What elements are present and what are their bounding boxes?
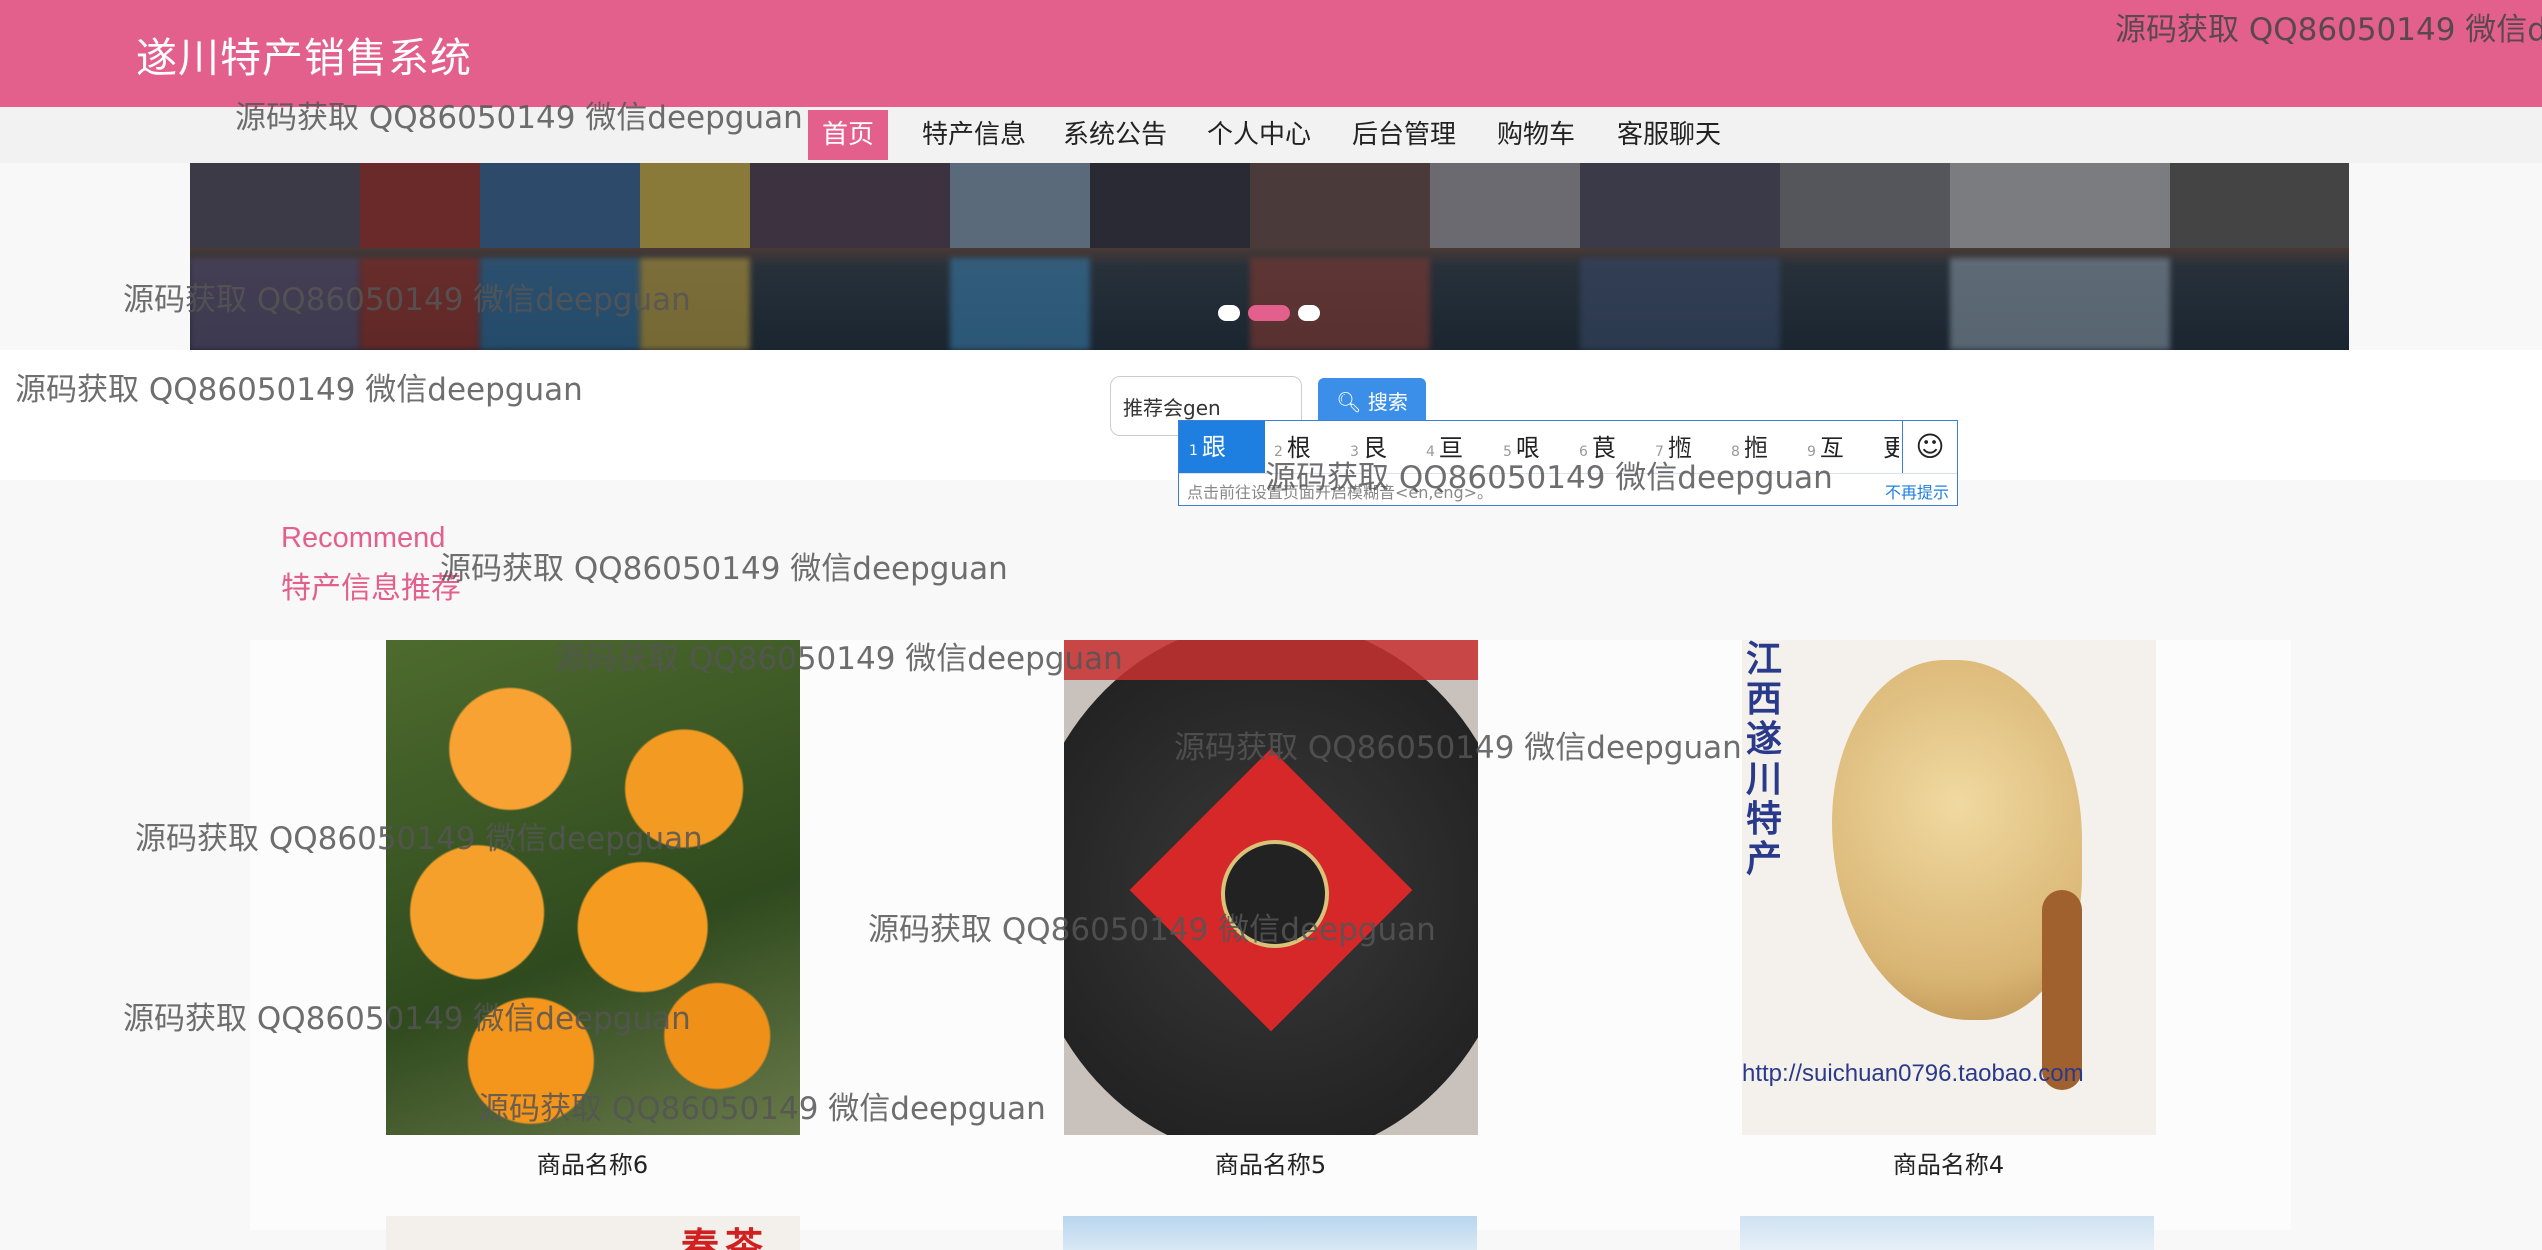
ime-divider [1179,473,1957,474]
ime-candidate-10[interactable]: 更 [1883,425,1899,471]
banner-carousel[interactable] [190,163,2349,350]
carousel-dot-2[interactable] [1248,305,1290,321]
product-name-4[interactable]: 商品名称4 [1606,1145,2291,1180]
search-icon: 🔍︎ [1336,390,1362,414]
nav-cart[interactable]: 购物车 [1483,110,1589,160]
product-image-5[interactable] [1064,640,1478,1135]
ime-dismiss-hint[interactable]: 不再提示 [1885,479,1949,503]
carousel-dot-3[interactable] [1298,305,1320,321]
ime-emoji-button[interactable]: ☺ [1902,421,1957,473]
product-card-6[interactable]: 商品名称6 [250,640,935,1230]
product-row2-overlay-text: 春茶 [681,1225,770,1250]
nav-home[interactable]: 首页 [808,110,889,160]
nav-specialty-info[interactable]: 特产信息 [908,110,1040,160]
ime-candidate-9[interactable]: 9亙 [1807,425,1844,471]
product-image-row2-3[interactable] [1740,1216,2154,1250]
banner-image [190,163,2349,248]
product-4-vertical-text: 江西遂川特产 [1746,640,1783,880]
ime-candidate-8[interactable]: 8搄 [1731,425,1768,471]
nav-admin[interactable]: 后台管理 [1338,110,1470,160]
ime-candidate-2[interactable]: 2根 [1274,425,1311,471]
watermark-text: 源码获取 QQ86050149 微信deepguan [440,551,1008,587]
product-image-row2-2[interactable] [1063,1216,1477,1250]
recommend-title-cn: 特产信息推荐 [281,571,461,606]
product-card-4[interactable]: 江西遂川特产 http://suichuan0796.taobao.com 商品… [1606,640,2291,1230]
site-title: 遂川特产销售系统 [136,34,472,82]
ime-candidate-1[interactable]: 1跟 [1179,421,1265,473]
ime-candidate-6[interactable]: 6茛 [1579,425,1616,471]
nav-customer-chat[interactable]: 客服聊天 [1603,110,1735,160]
product-name-5[interactable]: 商品名称5 [928,1145,1613,1180]
search-button-label: 搜索 [1367,390,1408,414]
recommend-title-en: Recommend [281,522,446,554]
product-4-url-text: http://suichuan0796.taobao.com [1742,1060,2084,1087]
ime-candidate-4[interactable]: 4亘 [1426,425,1463,471]
ime-candidate-window: 1跟 2根 3艮 4亘 5哏 6茛 7揯 8搄 9亙 更 ☺ 点击前往设置页面开… [1178,420,1958,506]
product-card-5[interactable]: 商品名称5 [928,640,1613,1230]
ime-candidate-7[interactable]: 7揯 [1655,425,1692,471]
carousel-dot-1[interactable] [1218,305,1240,321]
nav-announcements[interactable]: 系统公告 [1049,110,1181,160]
product-image-4[interactable]: 江西遂川特产 http://suichuan0796.taobao.com [1742,640,2156,1135]
product-image-row2-1[interactable]: 春茶 [386,1216,800,1250]
ime-hint-text[interactable]: 点击前往设置页面开启模糊音<en,eng>。 [1187,479,1493,503]
ime-candidate-5[interactable]: 5哏 [1503,425,1540,471]
nav-personal-center[interactable]: 个人中心 [1193,110,1325,160]
ime-candidate-3[interactable]: 3艮 [1350,425,1387,471]
product-image-6[interactable] [386,640,800,1135]
search-button[interactable]: 🔍︎ 搜索 [1318,378,1426,426]
product-name-6[interactable]: 商品名称6 [250,1145,935,1180]
